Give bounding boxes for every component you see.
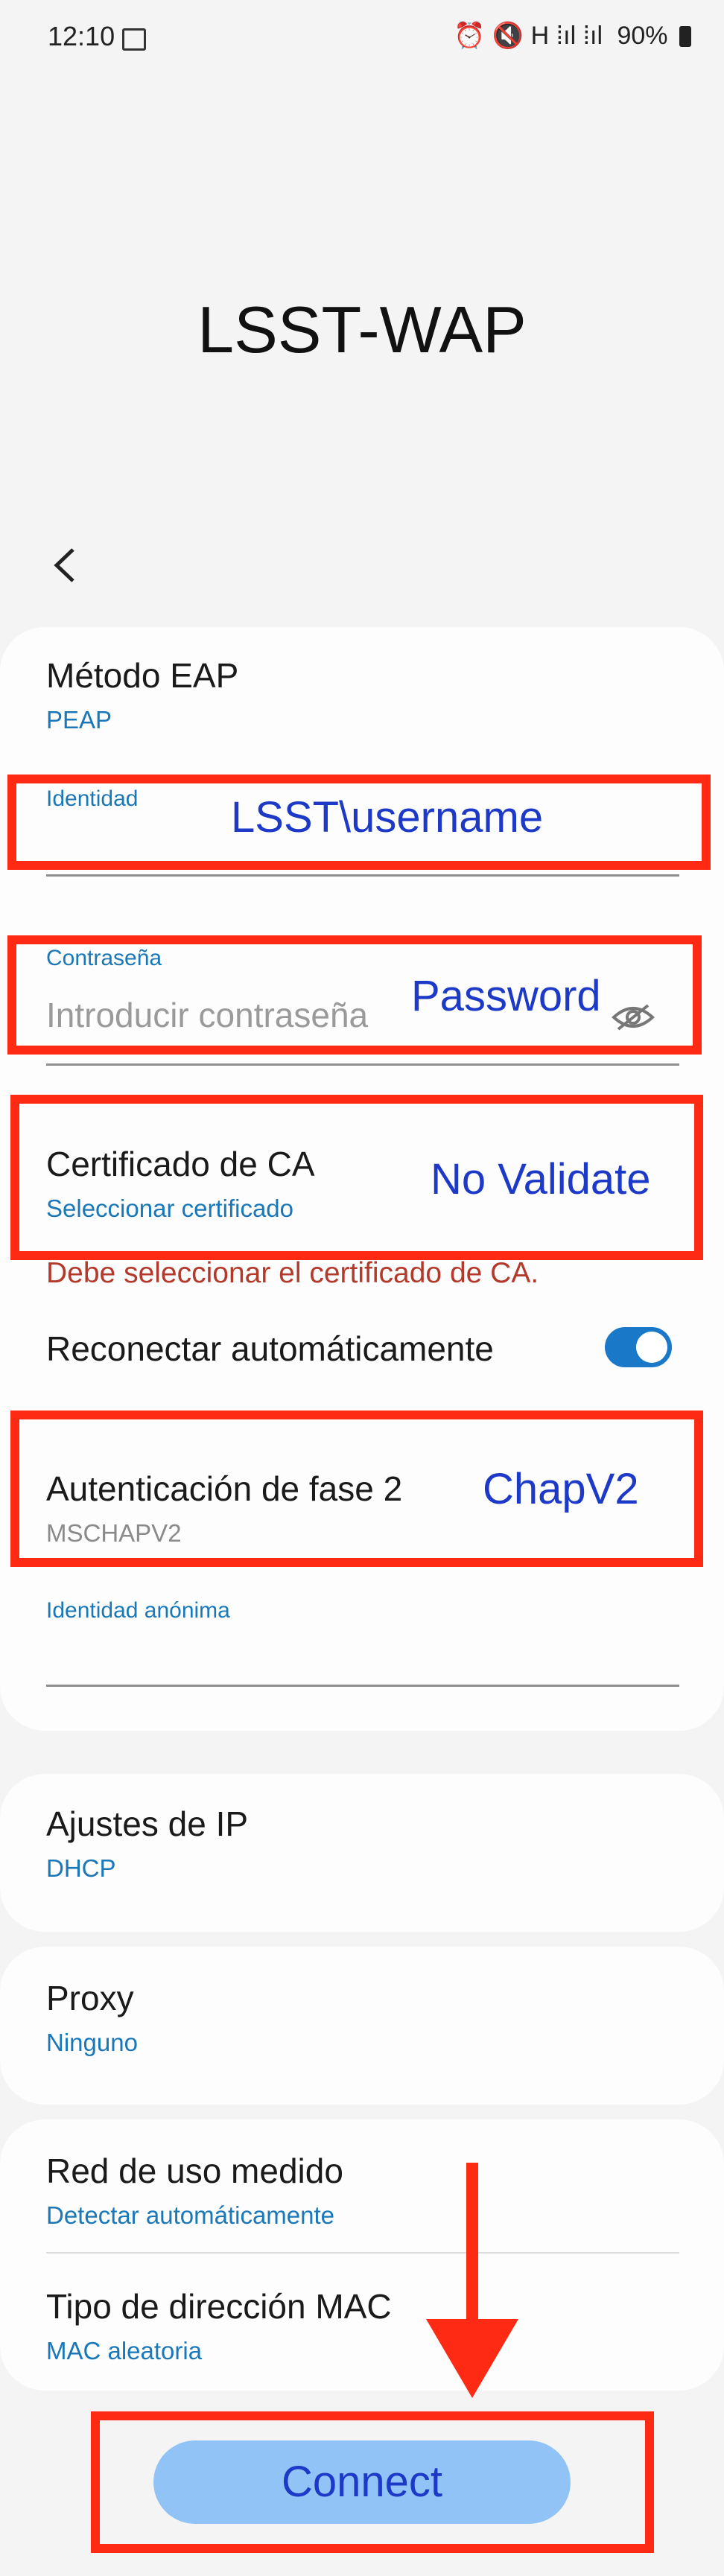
anonymous-identity-underline[interactable] [46,1685,679,1687]
proxy-row[interactable]: Proxy Ninguno [46,1978,679,2057]
page-title: LSST-WAP [197,293,527,366]
identity-annotation: LSST\username [231,793,544,842]
anonymous-identity-label: Identidad anónima [46,1598,230,1623]
battery-icon [679,26,691,47]
metered-network-title: Red de uso medido [46,2152,343,2190]
ip-settings-row[interactable]: Ajustes de IP DHCP [46,1804,679,1883]
mac-type-title: Tipo de dirección MAC [46,2287,392,2326]
password-annotation: Password [411,972,601,1020]
toggle-knob [636,1332,667,1363]
eap-method-value: PEAP [46,706,112,734]
metered-network-row[interactable]: Red de uso medido Detectar automáticamen… [46,2151,679,2230]
back-arrow-icon[interactable] [48,547,85,584]
status-time: 12:10 [48,21,115,51]
password-field-underline [46,1063,679,1066]
proxy-value: Ninguno [46,2029,138,2056]
status-indicators: ⏰ 🔇 H ⁞ıl ⁞ıl 90% [454,21,691,51]
ca-certificate-error: Debe seleccionar el certificado de CA. [46,1257,539,1289]
auto-reconnect-label: Reconectar automáticamente [46,1329,494,1368]
identity-field-underline[interactable] [46,874,679,877]
image-notification-icon [122,28,146,51]
ip-settings-value: DHCP [46,1854,116,1882]
battery-level: 90% [617,22,668,50]
mac-type-row[interactable]: Tipo de dirección MAC MAC aleatoria [46,2286,679,2365]
metered-network-value: Detectar automáticamente [46,2201,335,2229]
eap-method-row[interactable]: Método EAP PEAP [46,655,679,734]
eap-method-title: Método EAP [46,656,239,695]
status-icons: ⏰ 🔇 H ⁞ıl ⁞ıl [454,22,603,50]
connect-button[interactable]: Connect [153,2440,571,2524]
arrow-down-annotation-icon [426,2163,518,2398]
phase2-annotation: ChapV2 [483,1465,639,1513]
auto-reconnect-toggle[interactable] [605,1327,672,1367]
mac-type-value: MAC aleatoria [46,2337,203,2364]
proxy-title: Proxy [46,1979,134,2017]
row-divider [46,2252,679,2254]
ca-certificate-annotation: No Validate [431,1155,651,1203]
ip-settings-title: Ajustes de IP [46,1804,249,1843]
